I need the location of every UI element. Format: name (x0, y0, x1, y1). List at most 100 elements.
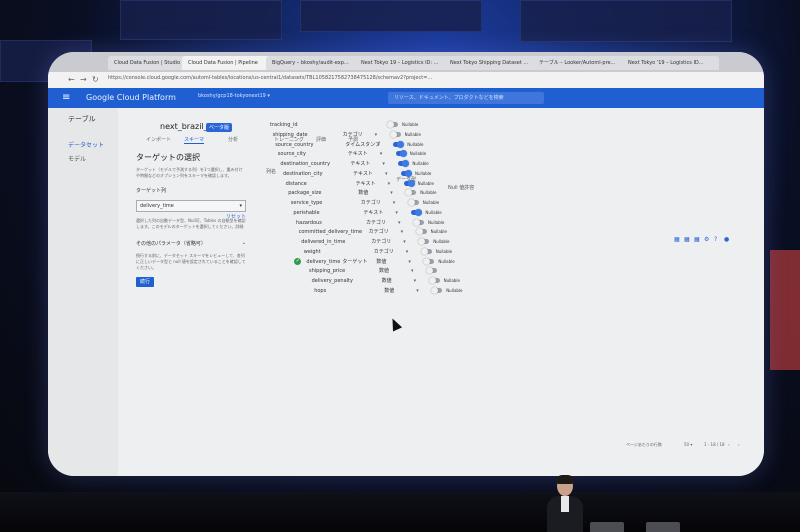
schema-row[interactable]: shipping_price 数値 ▾ (309, 266, 489, 276)
column-type-select[interactable]: テキスト (363, 208, 383, 218)
browser-tab[interactable]: Next Tokyo 19 – Logistics ID: ... (355, 56, 452, 70)
column-type-select[interactable]: カテゴリ (361, 198, 381, 208)
nullable-toggle[interactable] (395, 150, 407, 158)
schema-row[interactable]: ✓ delivery_time ターゲット 数値 ▾ Nullable (294, 257, 486, 267)
hamburger-menu-icon[interactable]: ≡ (62, 92, 70, 103)
schema-row[interactable]: destination_country テキスト ▾ Nullable (280, 159, 460, 169)
presenter-hair (556, 475, 574, 484)
prev-page-icon[interactable]: ‹ (728, 442, 730, 447)
chart-icon[interactable]: ▦ (694, 236, 700, 243)
nullable-toggle[interactable] (407, 199, 419, 206)
column-type-select[interactable]: カテゴリ (369, 227, 389, 237)
search-input[interactable]: リソース、ドキュメント、プロダクトなどを検索 (388, 92, 544, 104)
chevron-down-icon: ▾ (398, 219, 401, 226)
nullable-toggle[interactable] (423, 257, 435, 265)
nullable-toggle[interactable] (413, 218, 424, 226)
panel-description: ターゲット（モデルで予測する列）を1つ選択し、重み付けや時間などのオプション列を… (136, 167, 243, 178)
address-bar[interactable]: ← → ↻ https://console.cloud.google.com/a… (48, 72, 764, 88)
next-page-icon[interactable]: › (738, 442, 740, 447)
tab-analyze[interactable]: 分析 (228, 136, 238, 143)
account-icon[interactable]: ● (724, 236, 729, 243)
column-type-select[interactable]: カテゴリ (343, 130, 363, 140)
tab-schema[interactable]: スキーマ (184, 136, 205, 144)
schema-row[interactable]: distance テキスト ▾ Nullable (286, 179, 466, 189)
reset-link[interactable]: リセット (226, 213, 246, 220)
schema-row[interactable]: source_city テキスト ▾ Nullable (278, 149, 458, 159)
target-column-select[interactable]: delivery_time ▾ (136, 200, 246, 212)
presenter-shirt (561, 496, 569, 512)
help-icon[interactable]: ? (714, 236, 717, 243)
ceiling-panel (520, 0, 732, 42)
nullable-toggle[interactable] (415, 228, 427, 236)
gcp-title[interactable]: Google Cloud Platform (86, 93, 176, 102)
nullable-toggle[interactable] (411, 208, 423, 216)
nullable-toggle[interactable] (393, 140, 405, 148)
browser-tab[interactable]: Next Tokyo Shipping Dataset ... (444, 56, 541, 70)
forward-icon[interactable]: → (80, 75, 87, 84)
column-type-select[interactable]: タイムスタンプ (345, 140, 380, 150)
nullable-label: Nullable (404, 131, 421, 137)
nullable-label: Nullable (415, 170, 432, 176)
schema-row[interactable]: package_size 数値 ▾ Nullable (288, 188, 468, 198)
tab-import[interactable]: インポート (146, 136, 171, 143)
nullable-toggle[interactable] (428, 277, 440, 284)
url-text[interactable]: https://console.cloud.google.com/automl-… (108, 75, 432, 81)
schema-row[interactable]: perishable テキスト ▾ Nullable (293, 208, 473, 218)
nullable-toggle[interactable] (403, 179, 415, 187)
browser-tab[interactable]: Cloud Data Fusion | Pipeline (182, 56, 274, 70)
stage-floor (0, 492, 800, 532)
schema-row[interactable]: delivery_penalty 数値 ▾ Nullable (312, 276, 492, 286)
browser-tab[interactable]: Cloud Data Fusion | Studio (108, 56, 190, 70)
nullable-toggle[interactable] (389, 130, 401, 138)
column-type-select[interactable]: カテゴリ (366, 218, 386, 228)
column-type-select[interactable]: 数値 (384, 286, 394, 296)
schema-row[interactable]: delivered_in_time カテゴリ ▾ Nullable (301, 237, 481, 247)
nullable-toggle[interactable] (387, 121, 398, 128)
nullable-toggle[interactable] (405, 189, 417, 197)
nullable-toggle[interactable] (401, 169, 412, 177)
column-type-select[interactable]: カテゴリ (374, 247, 394, 257)
settings-icon[interactable]: ⚙ (704, 236, 709, 243)
column-type-select[interactable]: テキスト (348, 149, 368, 159)
schema-row[interactable]: tracking_id Nullable (270, 120, 450, 130)
schema-row[interactable]: service_type カテゴリ ▾ Nullable (291, 198, 471, 208)
schema-row[interactable]: hops 数値 ▾ Nullable (314, 286, 494, 296)
schema-row[interactable]: committed_delivery_time カテゴリ ▾ Nullable (299, 227, 479, 237)
continue-button[interactable]: 続行 (136, 277, 154, 287)
browser-tab[interactable]: BigQuery – bkoshy/audit-exp... (266, 56, 363, 70)
column-name: shipping_price (309, 268, 346, 275)
column-name: distance (285, 180, 307, 187)
schema-row[interactable]: destination_city テキスト ▾ Nullable (283, 169, 463, 179)
grid-icon[interactable]: ▦ (684, 236, 690, 243)
column-type-select[interactable]: テキスト (356, 179, 376, 189)
target-column-label: ターゲット列 (136, 188, 167, 194)
nullable-toggle[interactable] (420, 247, 432, 255)
reload-icon[interactable]: ↻ (92, 75, 99, 84)
sidebar-item-datasets[interactable]: データセット (68, 140, 104, 149)
nullable-toggle[interactable] (426, 267, 437, 275)
rows-per-page-select[interactable]: 50 ▾ (684, 442, 692, 447)
optional-params-section[interactable]: その他のパラメータ（省略可） ⌄ (136, 240, 246, 247)
column-type-select[interactable]: テキスト (353, 169, 373, 179)
back-icon[interactable]: ← (68, 75, 75, 84)
column-type-select[interactable]: 数値 (382, 276, 392, 286)
column-type-select[interactable]: 数値 (379, 266, 389, 276)
column-type-select[interactable]: 数値 (376, 257, 386, 267)
column-type-select[interactable]: カテゴリ (371, 237, 391, 247)
schema-row[interactable]: hazardous カテゴリ ▾ Nullable (296, 218, 476, 228)
column-type-select[interactable]: テキスト (350, 159, 370, 169)
rows-per-page-label: ページあたりの行数 (626, 442, 662, 447)
column-type-select[interactable]: 数値 (358, 188, 368, 198)
sidebar-item-models[interactable]: モデル (68, 154, 86, 163)
schema-row[interactable]: source_country タイムスタンプ ▾ Nullable (275, 140, 455, 150)
browser-tab[interactable]: Next Tokyo '19 – Logistics ID... (622, 56, 719, 70)
project-selector[interactable]: bkoshy/gcp18-tokyonext19 ▾ (198, 93, 270, 99)
nullable-toggle[interactable] (418, 238, 430, 245)
nullable-toggle[interactable] (398, 160, 410, 167)
list-icon[interactable]: ▦ (674, 236, 680, 243)
schema-row[interactable]: weight カテゴリ ▾ Nullable (304, 247, 484, 257)
schema-row[interactable]: shipping_date カテゴリ ▾ Nullable (273, 130, 453, 140)
chevron-down-icon: ▾ (405, 248, 409, 255)
nullable-toggle[interactable] (431, 286, 443, 294)
browser-tab[interactable]: テーブル – Looker/Automl-pre... (533, 56, 630, 70)
